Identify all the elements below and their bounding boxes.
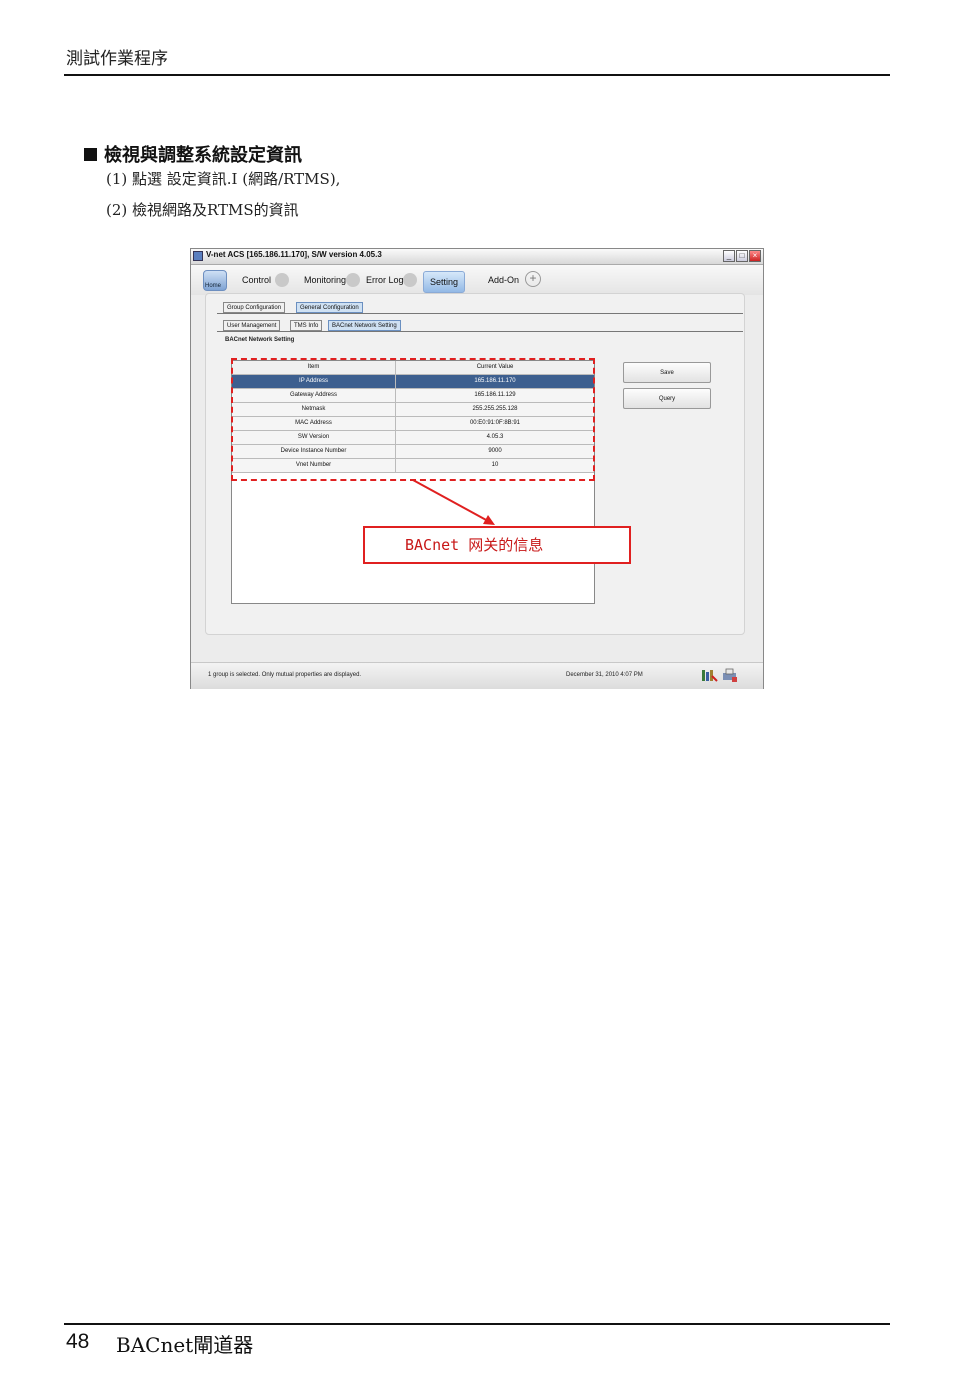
header-rule xyxy=(64,74,890,76)
callout-label: BACnet 网关的信息 xyxy=(363,526,631,564)
footer-title: BACnet閘道器 xyxy=(116,1333,254,1357)
step-2: (2) 檢視網路及RTMS的資訊 xyxy=(106,201,299,219)
callout-arrow xyxy=(412,479,495,525)
section-title: 檢視與調整系統設定資訊 xyxy=(84,141,302,167)
status-bar: 1 group is selected. Only mutual propert… xyxy=(191,662,763,689)
bullet-square-icon xyxy=(84,148,97,161)
network-status-icon[interactable] xyxy=(702,668,718,682)
step-1: (1) 點選 設定資訊.I (網路/RTMS), xyxy=(106,170,341,188)
page-number: 48 xyxy=(66,1330,90,1353)
footer-rule xyxy=(64,1323,890,1325)
status-message: 1 group is selected. Only mutual propert… xyxy=(208,672,362,678)
running-header: 測試作業程序 xyxy=(66,49,168,69)
app-window: V-net ACS [165.186.11.170], S/W version … xyxy=(190,248,764,689)
status-datetime: December 31, 2010 4:07 PM xyxy=(566,672,643,678)
printer-icon[interactable] xyxy=(722,668,738,682)
section-title-text: 檢視與調整系統設定資訊 xyxy=(104,145,302,166)
